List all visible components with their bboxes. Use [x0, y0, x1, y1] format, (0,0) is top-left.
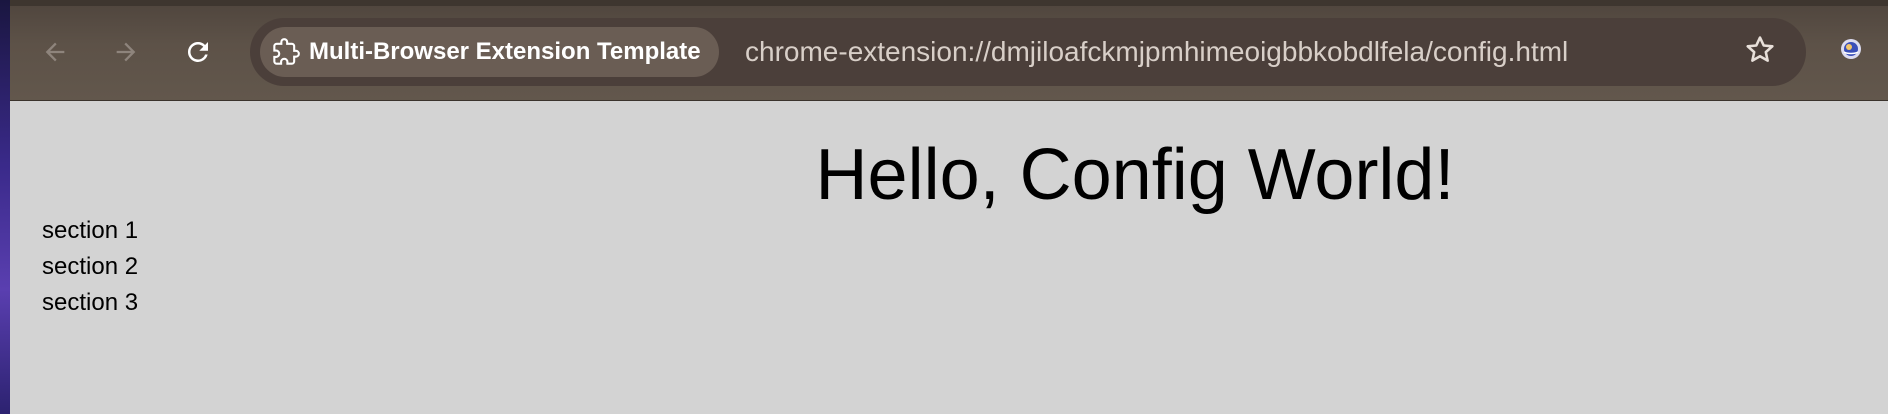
- section-item-1[interactable]: section 1: [42, 213, 138, 249]
- extension-name-label: Multi-Browser Extension Template: [309, 38, 701, 65]
- profile-button[interactable]: [1836, 36, 1866, 66]
- page-content: Hello, Config World! section 1 section 2…: [10, 101, 1888, 414]
- back-button[interactable]: [33, 30, 77, 74]
- reload-icon: [183, 37, 213, 67]
- browser-window: Multi-Browser Extension Template chrome-…: [10, 0, 1888, 414]
- forward-button[interactable]: [104, 30, 148, 74]
- arrow-left-icon: [41, 38, 69, 66]
- profile-avatar-icon: [1840, 38, 1862, 65]
- star-outline-icon: [1743, 33, 1777, 72]
- url-text[interactable]: chrome-extension://dmjiloafckmjpmhimeoig…: [745, 18, 1568, 86]
- section-item-3[interactable]: section 3: [42, 285, 138, 321]
- reload-button[interactable]: [176, 30, 220, 74]
- arrow-right-icon: [112, 38, 140, 66]
- address-bar[interactable]: Multi-Browser Extension Template chrome-…: [250, 18, 1806, 86]
- browser-toolbar: Multi-Browser Extension Template chrome-…: [10, 0, 1888, 101]
- section-nav: section 1 section 2 section 3: [42, 213, 138, 321]
- extension-site-chip[interactable]: Multi-Browser Extension Template: [260, 27, 719, 77]
- section-item-2[interactable]: section 2: [42, 249, 138, 285]
- desktop-background: [0, 0, 10, 414]
- puzzle-extension-icon: [271, 37, 301, 67]
- bookmark-button[interactable]: [1740, 32, 1780, 72]
- page-title: Hello, Config World!: [815, 135, 1455, 215]
